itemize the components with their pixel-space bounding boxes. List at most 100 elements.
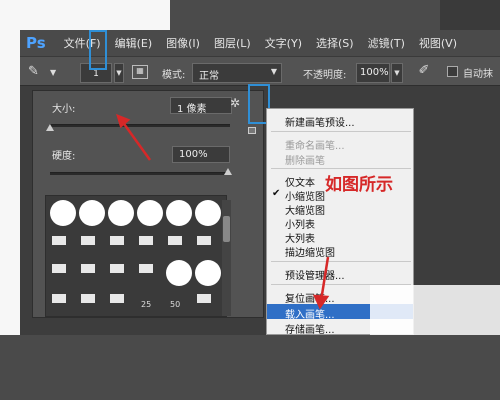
auto-erase-label: 自动抹 <box>463 69 493 80</box>
preset-size-number: 25 <box>141 300 152 309</box>
menu-item-delete: 删除画笔 <box>285 156 325 167</box>
brush-tip-icon <box>52 236 66 245</box>
brush-tip-icon <box>110 236 124 245</box>
brush-preset-item[interactable] <box>48 230 76 260</box>
brush-tip-icon <box>52 264 66 273</box>
airbrush-icon[interactable]: ✐ <box>415 63 433 81</box>
mode-label: 模式: <box>162 70 186 81</box>
menu-item-reset[interactable]: 复位画笔... <box>285 290 335 305</box>
watermark-overlay <box>370 285 500 335</box>
brush-preset-item[interactable] <box>135 198 163 228</box>
preset-scrollbar[interactable] <box>222 200 231 316</box>
brush-preset-item[interactable] <box>48 288 76 318</box>
scrollbar-thumb[interactable] <box>223 216 230 242</box>
opacity-input[interactable]: 100% <box>356 63 390 83</box>
size-slider-thumb[interactable] <box>46 124 54 131</box>
round-brush-icon <box>137 200 163 226</box>
menu-view[interactable]: 视图(V) <box>419 35 457 51</box>
size-input[interactable]: 1 像素 <box>170 97 232 115</box>
menu-item-rename: 重命名画笔... <box>285 141 345 152</box>
hardness-label: 硬度: <box>52 151 76 162</box>
round-brush-icon <box>166 260 192 286</box>
round-brush-icon <box>166 200 192 226</box>
brush-preset-item[interactable] <box>135 258 163 288</box>
checkmark-icon: ✔ <box>272 188 281 199</box>
brush-tip-icon <box>81 294 95 303</box>
opacity-dropdown[interactable]: ▼ <box>391 63 403 83</box>
brush-preset-item[interactable] <box>164 258 192 288</box>
hardness-slider-track[interactable] <box>50 172 230 175</box>
brush-preset-item[interactable] <box>106 198 134 228</box>
brush-preset-item[interactable] <box>193 198 221 228</box>
window-corner <box>440 0 500 30</box>
round-brush-icon <box>195 260 221 286</box>
menu-item-large-thumb[interactable]: 大缩览图 <box>285 202 325 217</box>
menu-item-load[interactable]: 载入画笔... <box>285 306 335 321</box>
chevron-down-icon: ▼ <box>270 67 277 76</box>
brush-preset-dropdown[interactable]: ▼ <box>114 63 124 83</box>
menu-image[interactable]: 图像(I) <box>166 35 200 51</box>
preset-size-number: 50 <box>170 300 181 309</box>
annotation-text: 如图所示 <box>325 175 393 195</box>
menu-item-stroke-thumb[interactable]: 描边缩览图 <box>285 244 335 259</box>
brush-preset-item[interactable] <box>48 258 76 288</box>
menu-item-small-list[interactable]: 小列表 <box>285 216 315 231</box>
menu-layer[interactable]: 图层(L) <box>214 35 251 51</box>
brush-preset-item[interactable] <box>48 198 76 228</box>
round-brush-icon <box>108 200 134 226</box>
brush-preset-item[interactable] <box>193 288 221 318</box>
hardness-slider-thumb[interactable] <box>224 168 232 175</box>
menu-item-large-list[interactable]: 大列表 <box>285 230 315 245</box>
brush-preset-item[interactable] <box>106 258 134 288</box>
menu-item-small-thumb[interactable]: 小缩览图 <box>285 188 325 203</box>
brush-preset-item[interactable] <box>106 288 134 318</box>
brush-tip-icon <box>168 236 182 245</box>
brush-preset-item[interactable] <box>77 198 105 228</box>
brush-preset-item[interactable] <box>106 230 134 260</box>
brush-preset-item[interactable] <box>77 288 105 318</box>
brush-preset-item[interactable]: 25 <box>135 288 163 318</box>
menu-filter[interactable]: 滤镜(T) <box>368 35 405 51</box>
brush-tool-icon[interactable]: ✎ <box>28 64 44 80</box>
photoshop-logo: Ps <box>26 34 46 52</box>
mode-value: 正常 <box>199 71 219 82</box>
menu-divider <box>271 131 411 132</box>
menu-item-new-preset[interactable]: 新建画笔预设... <box>285 114 355 129</box>
brush-preset-grid: 25 50 <box>45 195 227 317</box>
brush-tip-icon <box>139 264 153 273</box>
brush-tip-icon <box>197 236 211 245</box>
menu-item-text-only[interactable]: 仅文本 <box>285 174 315 189</box>
mode-select[interactable]: 正常 ▼ <box>192 63 282 83</box>
brush-preset-item[interactable] <box>193 230 221 260</box>
brush-tip-icon <box>52 294 66 303</box>
gear-icon[interactable]: ✲ <box>230 96 240 110</box>
opacity-label: 不透明度: <box>303 70 347 81</box>
brush-preset-item[interactable] <box>135 230 163 260</box>
brush-preset-item[interactable] <box>77 258 105 288</box>
menu-edit[interactable]: 编辑(E) <box>115 35 153 51</box>
brush-tip-icon <box>197 294 211 303</box>
round-brush-icon <box>195 200 221 226</box>
hardness-input[interactable]: 100% <box>172 146 230 163</box>
round-brush-icon <box>50 200 76 226</box>
menu-item-preset-manager[interactable]: 预设管理器... <box>285 267 345 282</box>
menu-divider <box>271 261 411 262</box>
brush-preset-item[interactable] <box>193 258 221 288</box>
menu-item-save[interactable]: 存储画笔... <box>285 321 335 336</box>
size-slider-track[interactable] <box>50 124 230 127</box>
brush-preset-item[interactable] <box>164 198 192 228</box>
brush-preset-item[interactable] <box>77 230 105 260</box>
brush-preset-item[interactable]: 50 <box>164 288 192 318</box>
auto-erase-checkbox[interactable] <box>447 66 458 77</box>
brush-preset-item[interactable] <box>164 230 192 260</box>
menu-divider <box>271 168 411 169</box>
brush-panel-toggle-icon[interactable]: ▦ <box>132 65 148 79</box>
brush-tip-icon <box>110 264 124 273</box>
menu-type[interactable]: 文字(Y) <box>265 35 302 51</box>
tool-preset-caret-icon[interactable]: ▼ <box>50 68 56 77</box>
menu-select[interactable]: 选择(S) <box>316 35 354 51</box>
round-brush-icon <box>79 200 105 226</box>
highlight-box-size <box>89 30 107 70</box>
new-preset-icon[interactable] <box>248 127 256 134</box>
brush-tip-icon <box>110 294 124 303</box>
